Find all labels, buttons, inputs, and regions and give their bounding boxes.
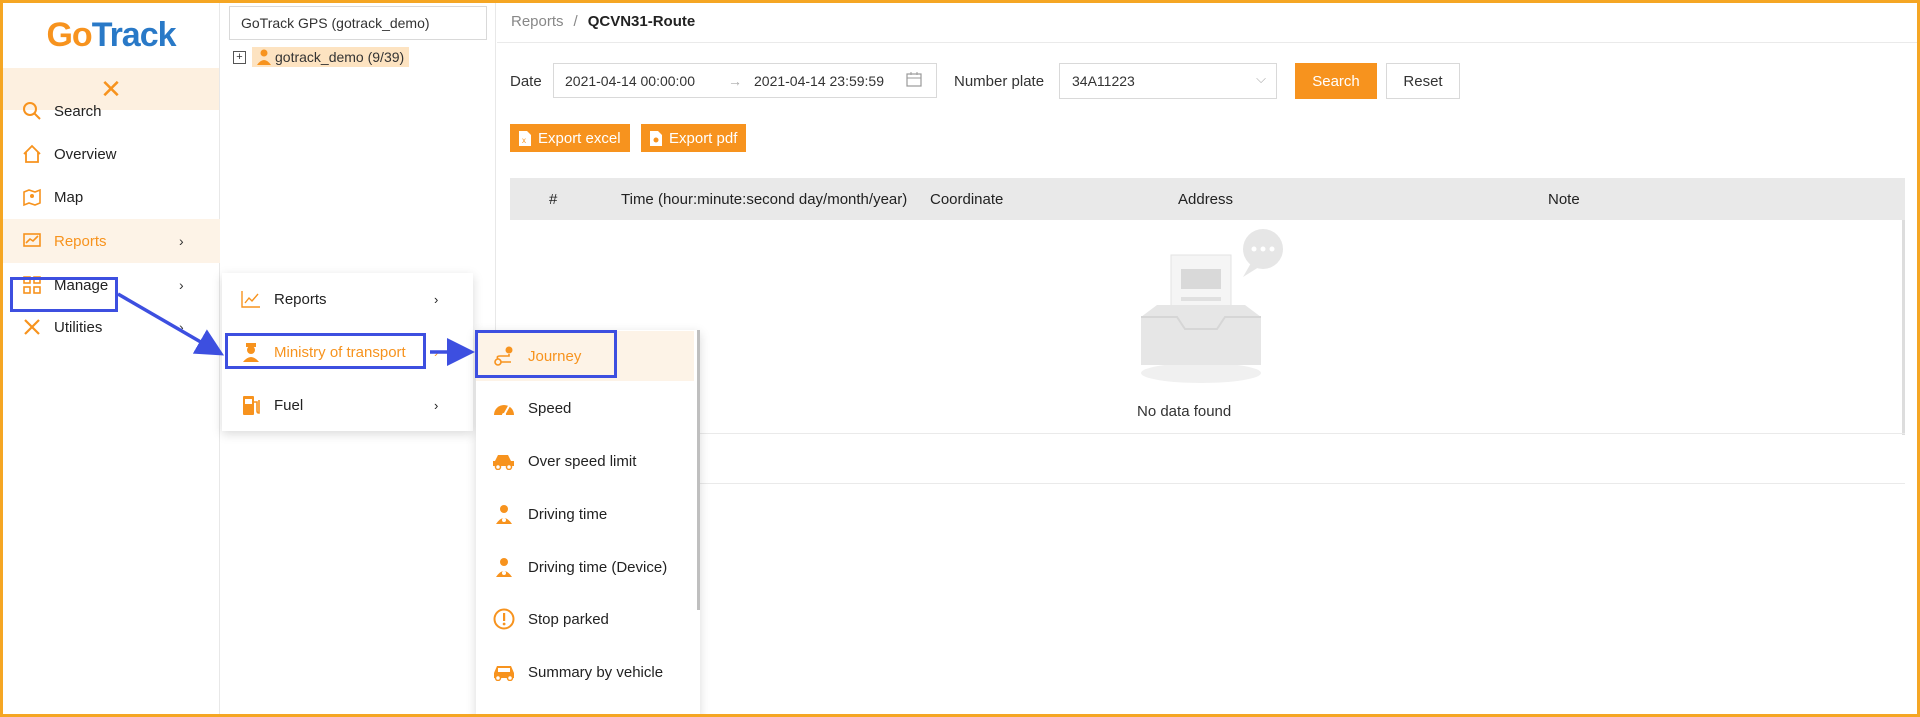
menu-item-label: Summary by vehicle [528, 663, 664, 681]
breadcrumb: Reports / QCVN31-Route [511, 13, 695, 30]
menu-item-stop-parked[interactable]: Stop parked [476, 594, 694, 644]
date-start-input[interactable]: 2021-04-14 00:00:00 [565, 73, 695, 89]
sidebar-item-map[interactable]: Map [3, 175, 220, 219]
tools-icon [20, 315, 44, 339]
export-excel-button[interactable]: x Export excel [510, 124, 630, 152]
menu-item-summary-by-vehicle[interactable]: Summary by vehicle [476, 647, 694, 697]
home-icon [20, 142, 44, 166]
logo-letter-o: o [71, 15, 93, 54]
content-divider [510, 483, 1905, 484]
number-plate-value: 34A11223 [1072, 73, 1135, 89]
chevron-down-icon: ⌵ [1256, 71, 1266, 86]
highlight-box-ministry [225, 333, 426, 369]
chevron-right-icon: › [179, 319, 184, 335]
chevron-right-icon: › [179, 233, 184, 249]
ministry-submenu: Journey Speed Over speed limit Driving t… [476, 330, 700, 717]
table-bottom-divider [510, 433, 1905, 434]
export-pdf-label: Export pdf [669, 129, 738, 147]
tree-search-input[interactable]: GoTrack GPS (gotrack_demo) [229, 6, 487, 40]
sidebar-item-label: Utilities [54, 318, 103, 336]
menu-item-label: Stop parked [528, 610, 609, 628]
highlight-box-journey [475, 330, 617, 378]
sidebar-item-label: Map [54, 188, 84, 206]
empty-state-text: No data found [1137, 403, 1232, 420]
search-button[interactable]: Search [1295, 63, 1377, 99]
speedometer-icon [492, 396, 516, 420]
chevron-right-icon: › [434, 344, 439, 360]
menu-item-driving-time[interactable]: Driving time [476, 489, 694, 539]
column-header-time: Time (hour:minute:second day/month/year) [621, 191, 908, 208]
breadcrumb-parent[interactable]: Reports [511, 13, 564, 30]
car-speed-icon [492, 449, 516, 473]
menu-item-over-speed-limit[interactable]: Over speed limit [476, 436, 694, 486]
table-scrollbar[interactable] [1902, 220, 1905, 435]
tree-node-text: gotrack_demo (9/39) [275, 49, 405, 65]
menu-item-label: Speed [528, 399, 572, 417]
column-header-coordinate: Coordinate [930, 191, 1004, 208]
fuel-pump-icon [240, 394, 262, 416]
sidebar-item-overview[interactable]: Overview [3, 132, 220, 176]
chart-icon [20, 229, 44, 253]
menu-item-label: Over speed limit [528, 452, 637, 470]
table-header: # Time (hour:minute:second day/month/yea… [510, 178, 1905, 220]
logo-text: Track [91, 15, 177, 54]
car-icon [492, 660, 516, 684]
menu-item-reports[interactable]: Reports › [222, 273, 473, 325]
chevron-right-icon: › [434, 397, 439, 413]
chevron-right-icon: › [179, 277, 184, 293]
number-plate-select[interactable]: 34A11223 ⌵ [1059, 63, 1277, 99]
date-range-picker[interactable]: 2021-04-14 00:00:00 → 2021-04-14 23:59:5… [553, 63, 937, 98]
tree-node-label[interactable]: gotrack_demo (9/39) [252, 47, 410, 67]
menu-item-driving-time-device[interactable]: Driving time (Device) [476, 542, 694, 592]
map-icon [20, 185, 44, 209]
menu-item-speed[interactable]: Speed [476, 383, 694, 433]
submenu-scrollbar[interactable] [697, 330, 700, 610]
pdf-file-icon [650, 130, 662, 146]
main-content: Reports / QCVN31-Route Date 2021-04-14 00:… [497, 3, 1917, 714]
column-header-index: # [549, 191, 558, 208]
warning-icon [492, 607, 516, 631]
breadcrumb-separator: / [573, 13, 578, 30]
line-chart-icon [240, 288, 262, 310]
date-end-input[interactable]: 2021-04-14 23:59:59 [754, 73, 884, 89]
column-header-address: Address [1178, 191, 1234, 208]
menu-item-fuel[interactable]: Fuel › [222, 379, 473, 431]
logo-letter-g: G [46, 15, 72, 54]
date-label: Date [510, 73, 542, 90]
expand-icon[interactable]: + [233, 50, 246, 64]
export-excel-label: Export excel [538, 129, 621, 147]
svg-text:x: x [522, 136, 526, 145]
header-divider [497, 42, 1917, 43]
calendar-icon[interactable] [906, 71, 922, 90]
driver-icon [492, 502, 516, 526]
number-plate-label: Number plate [954, 73, 1045, 90]
breadcrumb-current: QCVN31-Route [587, 13, 696, 30]
export-pdf-button[interactable]: Export pdf [641, 124, 747, 152]
sidebar-item-reports[interactable]: Reports › [3, 219, 220, 263]
user-icon [257, 49, 271, 65]
driver-icon [492, 555, 516, 579]
tree-node-group[interactable]: + gotrack_demo (9/39) [233, 47, 410, 67]
sidebar-item-label: Reports [54, 232, 107, 250]
excel-file-icon: x [519, 130, 531, 146]
sidebar: Go Track ✕ Search Overview Map Reports › … [3, 3, 220, 714]
menu-item-label: Fuel [274, 396, 304, 414]
date-arrow-icon: → [728, 73, 742, 89]
sidebar-item-label: Overview [54, 145, 117, 163]
reset-button[interactable]: Reset [1386, 63, 1460, 99]
menu-item-label: Reports [274, 290, 327, 308]
sidebar-item-label: Search [54, 102, 102, 120]
column-header-note: Note [1548, 191, 1580, 208]
chevron-right-icon: › [434, 291, 439, 307]
menu-item-label: Driving time (Device) [528, 558, 668, 576]
highlight-box-reports [10, 277, 118, 312]
sidebar-item-search[interactable]: Search [3, 89, 220, 133]
empty-inbox-icon [1141, 229, 1283, 383]
search-icon [20, 99, 44, 123]
gotrack-logo[interactable]: Go Track [3, 3, 219, 67]
menu-item-label: Driving time [528, 505, 608, 523]
